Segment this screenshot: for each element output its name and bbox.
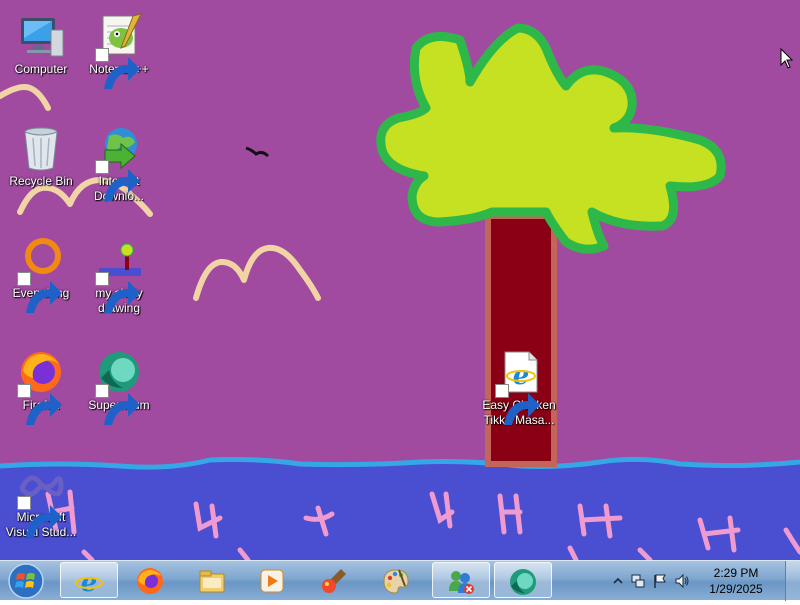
internet-shortcut-icon: e bbox=[495, 348, 543, 425]
shortcut-arrow-icon bbox=[495, 384, 540, 425]
desktop-icon-label: Computer bbox=[14, 62, 68, 76]
taskbar-button-paint-palette[interactable] bbox=[368, 562, 426, 598]
taskbar-button-users-network[interactable] bbox=[432, 562, 490, 598]
visual-studio-icon bbox=[17, 460, 65, 537]
action-center-flag-icon[interactable] bbox=[652, 573, 668, 589]
system-clock[interactable]: 2:29 PM 1/29/2025 bbox=[696, 565, 776, 597]
file-explorer-icon bbox=[199, 570, 225, 593]
taskbar-button-firefox[interactable] bbox=[122, 562, 180, 598]
taskbar: e 2:29 PM 1/29/2025 bbox=[0, 560, 800, 601]
shortcut-arrow-icon bbox=[95, 384, 140, 425]
shortcut-arrow-icon bbox=[95, 160, 140, 201]
paint-icon bbox=[322, 569, 346, 593]
clock-time: 2:29 PM bbox=[713, 566, 759, 580]
taskbar-button-supermium[interactable] bbox=[494, 562, 552, 598]
desktop-icon-visual-studio[interactable]: Microsoft Visual Stud... bbox=[2, 454, 80, 554]
show-desktop-button[interactable] bbox=[785, 561, 800, 601]
taskbar-button-file-explorer[interactable] bbox=[184, 562, 242, 598]
desktop-icon-everything[interactable]: Everything bbox=[2, 230, 80, 330]
svg-text:e: e bbox=[81, 568, 98, 597]
show-hidden-icons-chevron-icon[interactable] bbox=[610, 573, 626, 589]
users-network-icon bbox=[449, 571, 474, 594]
shortcut-arrow-icon bbox=[17, 384, 62, 425]
mouse-cursor-icon bbox=[780, 47, 794, 70]
desktop-icon-firefox[interactable]: Firefox bbox=[2, 342, 80, 442]
internet-explorer-icon: e bbox=[75, 568, 103, 597]
everything-search-icon bbox=[17, 236, 65, 313]
shortcut-arrow-icon bbox=[17, 272, 62, 313]
recycle-bin-icon bbox=[17, 124, 65, 172]
start-button[interactable] bbox=[4, 562, 50, 600]
desktop-icon-notepadpp[interactable]: Notepad++ bbox=[80, 6, 158, 106]
desktop[interactable]: Computer Notepad++ Recycle Bin Internet … bbox=[0, 0, 800, 560]
internet-download-manager-icon bbox=[95, 124, 143, 201]
system-tray: 2:29 PM 1/29/2025 bbox=[610, 561, 800, 601]
paint-palette-icon bbox=[383, 569, 409, 594]
computer-icon bbox=[17, 12, 65, 60]
shortcut-arrow-icon bbox=[17, 496, 62, 537]
network-icon[interactable] bbox=[630, 573, 646, 589]
desktop-icon-drawing[interactable]: my shitty drawing bbox=[80, 230, 158, 330]
shortcut-arrow-icon bbox=[95, 48, 140, 89]
volume-speaker-icon[interactable] bbox=[674, 573, 690, 589]
taskbar-button-media-player[interactable] bbox=[244, 562, 302, 598]
desktop-icon-supermium[interactable]: Supermium bbox=[80, 342, 158, 442]
desktop-icon-internet-download[interactable]: Internet Downlo... bbox=[80, 118, 158, 218]
desktop-icon-recycle-bin[interactable]: Recycle Bin bbox=[2, 118, 80, 218]
desktop-icon-label: Recycle Bin bbox=[9, 174, 73, 188]
shortcut-arrow-icon bbox=[95, 272, 140, 313]
firefox-icon bbox=[17, 348, 65, 425]
notepadpp-icon bbox=[95, 12, 143, 89]
drawing-thumbnail-icon bbox=[95, 236, 143, 313]
supermium-icon bbox=[510, 569, 536, 595]
clock-date: 1/29/2025 bbox=[709, 582, 763, 596]
taskbar-button-internet-explorer[interactable]: e bbox=[60, 562, 118, 598]
taskbar-button-paint[interactable] bbox=[306, 562, 364, 598]
media-player-icon bbox=[260, 569, 284, 593]
desktop-icon-easy-chicken[interactable]: e Easy Chicken Tikka Masa... bbox=[480, 342, 558, 442]
desktop-icon-computer[interactable]: Computer bbox=[2, 6, 80, 106]
firefox-icon bbox=[137, 568, 163, 594]
supermium-icon bbox=[95, 348, 143, 425]
